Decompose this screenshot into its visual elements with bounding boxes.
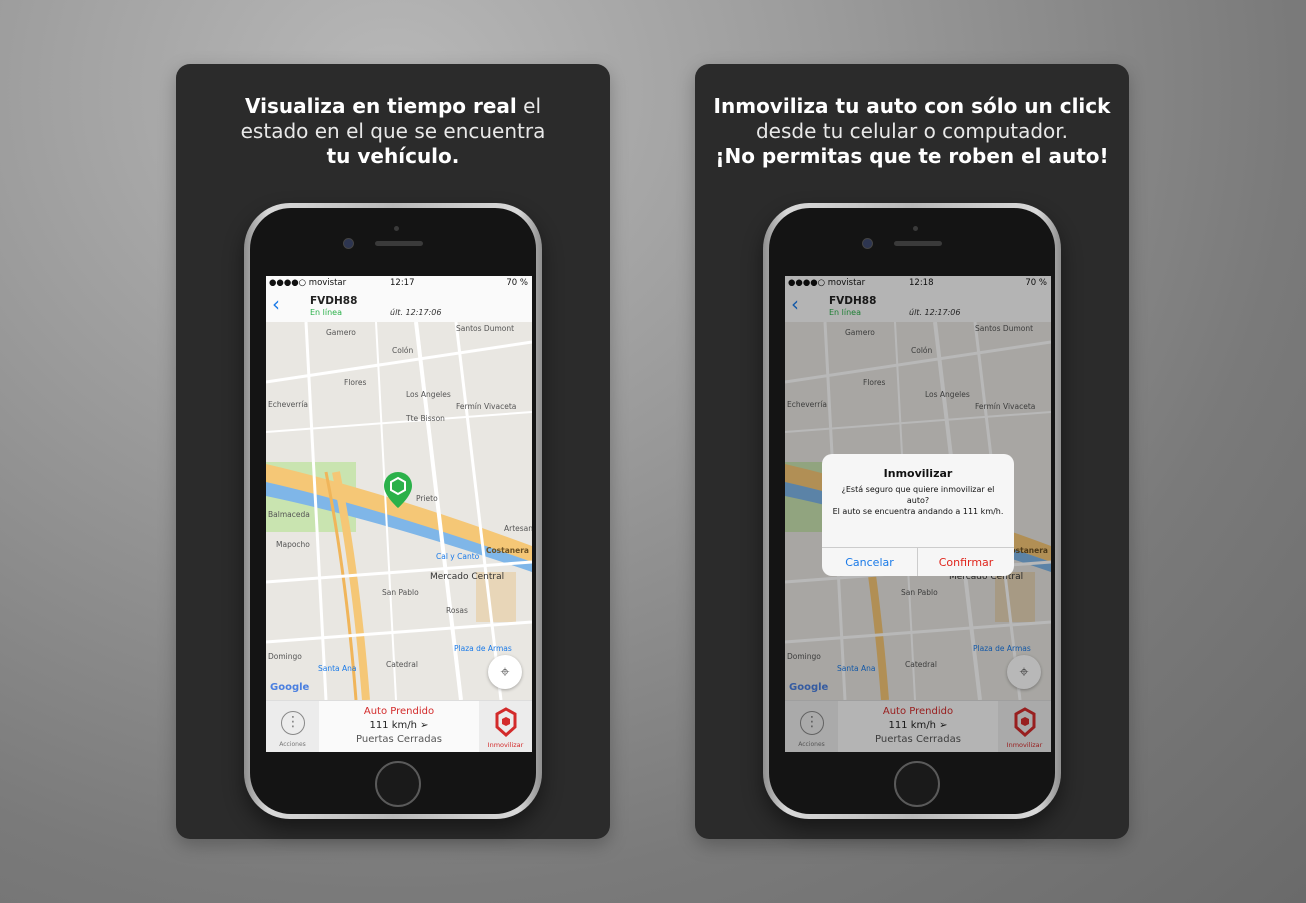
- map-label: Los Angeles: [406, 390, 451, 399]
- alert-title: Inmovilizar: [883, 467, 953, 480]
- last-update: últ. 12:17:06: [390, 308, 442, 317]
- map-label: Prieto: [416, 494, 438, 503]
- bottom-bar: ⋮ Acciones Auto Prendido 111 km/h ➢ Puer…: [266, 700, 532, 752]
- speed-readout: 111 km/h ➢: [319, 720, 479, 731]
- vehicle-plate: FVDH88: [310, 295, 358, 307]
- map-label: Gamero: [326, 328, 356, 337]
- lock-shield-icon: [495, 707, 517, 737]
- earpiece-speaker: [375, 241, 423, 246]
- map-label: San Pablo: [382, 588, 419, 597]
- map-view[interactable]: Gamero Santos Dumont Colón Flores Los An…: [266, 322, 532, 700]
- google-logo: Google: [270, 682, 310, 693]
- proximity-sensor: [913, 226, 918, 231]
- home-button[interactable]: [894, 761, 940, 807]
- immobilize-button[interactable]: Inmovilizar: [479, 701, 532, 752]
- crosshair-icon: ⌖: [500, 662, 510, 681]
- map-label: Santos Dumont: [456, 324, 515, 333]
- alert-message: ¿Está seguro que quiere inmovilizar el a…: [832, 484, 1004, 517]
- map-label: Balmaceda: [268, 510, 310, 519]
- phone-frame: ●●●●○ movistar 12:17 70 % ‹ FVDH88 En lí…: [244, 203, 542, 819]
- phone-body: ●●●●○ movistar 12:17 70 % ‹ FVDH88 En lí…: [250, 208, 536, 814]
- left-caption: Visualiza en tiempo real el estado en el…: [176, 94, 610, 169]
- immobilize-label: Inmovilizar: [487, 741, 524, 749]
- vehicle-status-panel: Auto Prendido 111 km/h ➢ Puertas Cerrada…: [319, 701, 479, 752]
- earpiece-speaker: [894, 241, 942, 246]
- home-button[interactable]: [375, 761, 421, 807]
- cancel-button[interactable]: Cancelar: [822, 548, 918, 576]
- engine-status: Auto Prendido: [363, 706, 435, 717]
- locate-me-button[interactable]: ⌖: [488, 655, 522, 689]
- back-chevron-icon[interactable]: ‹: [272, 294, 280, 314]
- more-vertical-icon: ⋮: [281, 711, 305, 735]
- map-label: Cal y Canto: [436, 552, 480, 561]
- phone-screen: ●●●●○ movistar 12:18 70 % ‹ FVDH88 En lí…: [785, 276, 1051, 752]
- immobilize-alert-dialog: Inmovilizar ¿Está seguro que quiere inmo…: [822, 454, 1014, 576]
- online-status: En línea: [310, 308, 343, 317]
- phone-body: ●●●●○ movistar 12:18 70 % ‹ FVDH88 En lí…: [769, 208, 1055, 814]
- front-camera: [343, 238, 354, 249]
- status-time: 12:17: [390, 278, 415, 288]
- alert-buttons: Cancelar Confirmar: [822, 547, 1014, 576]
- proximity-sensor: [394, 226, 399, 231]
- map-label: Rosas: [446, 606, 468, 615]
- map-label: Mapocho: [276, 540, 310, 549]
- map-label: Domingo: [268, 652, 302, 661]
- map-label: Costanera: [486, 546, 529, 555]
- map-label: Fermín Vivaceta: [456, 402, 517, 411]
- map-label: Plaza de Armas: [454, 644, 512, 653]
- actions-label: Acciones: [279, 741, 306, 748]
- map-label: Flores: [344, 378, 367, 387]
- caption-line2: desde tu celular o computador.: [755, 119, 1069, 143]
- phone-screen: ●●●●○ movistar 12:17 70 % ‹ FVDH88 En lí…: [266, 276, 532, 752]
- doors-status: Puertas Cerradas: [356, 734, 442, 745]
- caption-light: el: [516, 94, 542, 118]
- caption-line3: tu vehículo.: [326, 144, 460, 168]
- map-label: Catedral: [386, 660, 418, 669]
- right-promo-card: Inmoviliza tu auto con sólo un click des…: [695, 64, 1129, 839]
- carrier-label: ●●●●○ movistar: [269, 278, 347, 288]
- left-promo-card: Visualiza en tiempo real el estado en el…: [176, 64, 610, 839]
- map-label: Artesanos: [504, 524, 532, 533]
- actions-button[interactable]: ⋮ Acciones: [266, 701, 319, 752]
- front-camera: [862, 238, 873, 249]
- map-label: Mercado Central: [430, 572, 505, 582]
- confirm-button[interactable]: Confirmar: [918, 548, 1014, 576]
- caption-line1: Inmoviliza tu auto con sólo un click: [713, 94, 1111, 118]
- caption-line3: ¡No permitas que te roben el auto!: [715, 144, 1109, 168]
- map-label: Tte Bisson: [406, 414, 445, 423]
- caption-line2: estado en el que se encuentra: [240, 119, 546, 143]
- right-caption: Inmoviliza tu auto con sólo un click des…: [695, 94, 1129, 169]
- map-label: Echeverría: [268, 400, 308, 409]
- caption-bold: Visualiza en tiempo real: [244, 94, 517, 118]
- heading-arrow-icon: ➢: [420, 720, 429, 731]
- alert-message-line1: ¿Está seguro que quiere inmovilizar el a…: [841, 485, 995, 505]
- status-bar: ●●●●○ movistar 12:17 70 %: [266, 276, 532, 290]
- map-label: Colón: [392, 346, 414, 355]
- nav-bar: ‹ FVDH88 En línea últ. 12:17:06: [266, 290, 532, 323]
- alert-message-line2: El auto se encuentra andando a 111 km/h.: [832, 507, 1004, 516]
- speed-value: 111 km/h: [369, 720, 417, 731]
- phone-frame: ●●●●○ movistar 12:18 70 % ‹ FVDH88 En lí…: [763, 203, 1061, 819]
- map-label: Santa Ana: [318, 664, 357, 673]
- battery-label: 70 %: [506, 278, 528, 288]
